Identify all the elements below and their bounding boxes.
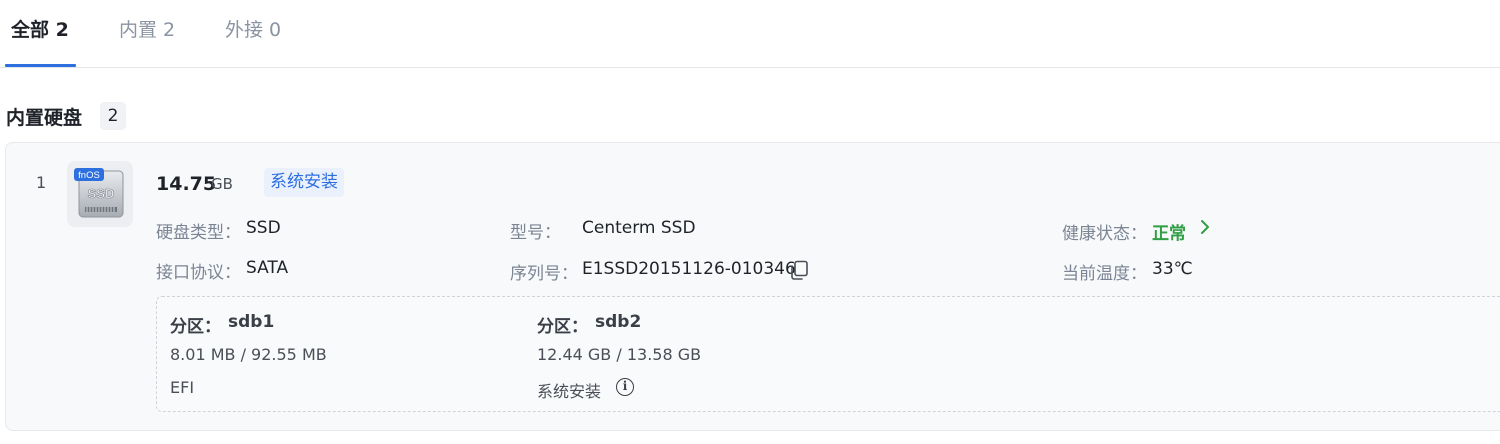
system-install-tag: 系统安装 <box>264 168 344 197</box>
section-title: 内置硬盘 <box>6 107 83 129</box>
serial-value: E1SSD20151126-010346 <box>582 259 796 279</box>
health-value[interactable]: 正常 <box>1152 219 1186 244</box>
chevron-right-icon[interactable] <box>1198 217 1212 242</box>
tab-all[interactable]: 全部 2 <box>11 0 69 67</box>
interface-value: SATA <box>246 258 289 278</box>
disk-ssd-icon: fnOS SSD <box>67 161 133 227</box>
disk-type-value: SSD <box>246 218 281 238</box>
copy-icon[interactable] <box>788 259 810 285</box>
section-count-badge: 2 <box>100 102 126 130</box>
partition-name: sdb2 <box>595 312 642 332</box>
partitions-box: 分区： sdb1 8.01 MB / 92.55 MB EFI 分区： sdb2… <box>156 296 1500 412</box>
tab-internal[interactable]: 内置 2 <box>119 0 175 67</box>
tab-external[interactable]: 外接 0 <box>225 0 281 67</box>
partition-label: 分区： <box>537 317 588 337</box>
health-label: 健康状态： <box>1062 224 1147 244</box>
info-icon[interactable]: i <box>616 378 634 396</box>
partition-name: sdb1 <box>228 312 275 332</box>
partition-note: EFI <box>170 378 195 397</box>
serial-label: 序列号： <box>510 264 578 284</box>
disk-icon-brand: fnOS <box>78 170 100 181</box>
model-label: 型号： <box>510 223 561 243</box>
temperature-label: 当前温度： <box>1062 264 1147 284</box>
disk-icon-type: SSD <box>88 186 115 201</box>
partition-note: 系统安装 <box>537 382 602 401</box>
disk-type-label: 硬盘类型： <box>156 223 241 243</box>
disk-size-value: 14.75 <box>156 173 217 195</box>
model-value: Centerm SSD <box>582 218 696 238</box>
temperature-value: 33℃ <box>1152 259 1193 279</box>
partition-usage: 12.44 GB / 13.58 GB <box>537 345 702 364</box>
interface-label: 接口协议： <box>156 263 241 283</box>
disk-index: 1 <box>36 173 47 192</box>
partition-label: 分区： <box>170 317 221 337</box>
partition-usage: 8.01 MB / 92.55 MB <box>170 345 327 364</box>
disk-card: 1 fnOS SSD 14.75 GB 系统安装 硬盘类型： SSD 型号： C… <box>5 142 1500 431</box>
active-tab-indicator <box>5 64 76 67</box>
tab-bar: 全部 2 内置 2 外接 0 <box>0 0 1500 68</box>
disk-size-unit: GB <box>211 175 233 193</box>
